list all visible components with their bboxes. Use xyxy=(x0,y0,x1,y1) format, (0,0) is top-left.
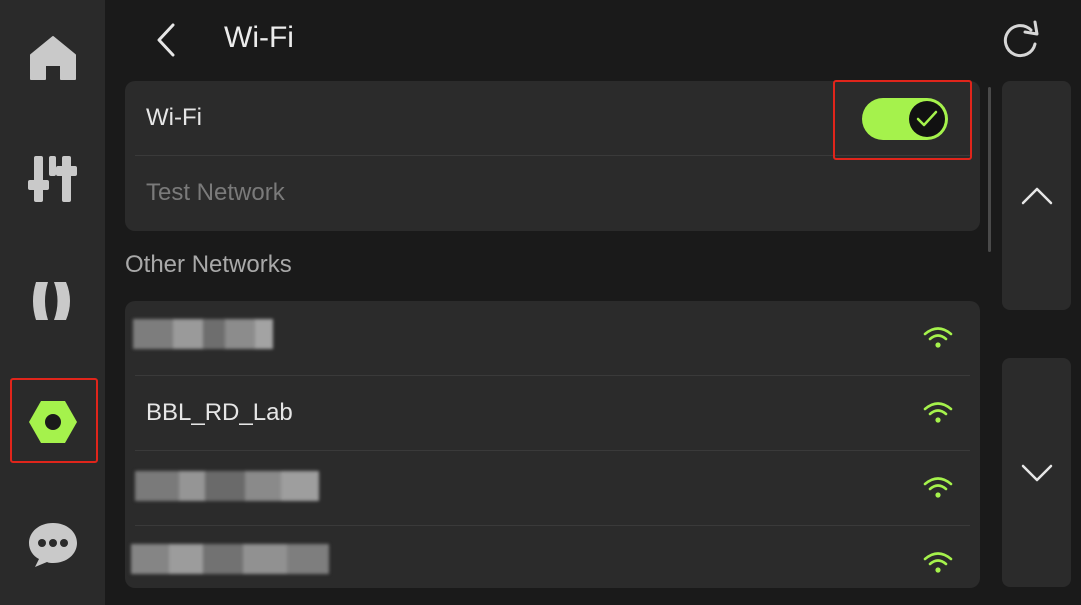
home-icon xyxy=(29,36,76,80)
refresh-icon xyxy=(1003,20,1039,58)
wifi-signal-icon xyxy=(923,477,953,498)
network-name: BBL_RD_Lab xyxy=(146,399,293,426)
settings-hex-nut-icon xyxy=(28,401,77,443)
check-icon xyxy=(916,110,938,127)
refresh-button[interactable] xyxy=(998,18,1042,62)
network-row[interactable] xyxy=(125,301,980,375)
sidebar xyxy=(0,0,105,605)
wifi-settings-card: Wi-Fi Test Network xyxy=(125,81,980,231)
sidebar-item-messages[interactable] xyxy=(0,500,105,590)
toggle-knob xyxy=(909,101,945,137)
wifi-signal-icon xyxy=(923,552,953,573)
connected-network-row[interactable]: Test Network xyxy=(125,156,980,230)
obscured-network-name xyxy=(131,544,329,574)
sidebar-item-home[interactable] xyxy=(0,13,105,103)
obscured-network-name xyxy=(135,471,319,501)
obscured-network-name xyxy=(133,319,273,349)
wifi-signal-icon xyxy=(923,402,953,423)
wifi-signal-icon xyxy=(923,327,953,348)
sidebar-item-settings[interactable] xyxy=(0,377,105,467)
chat-bubble-icon xyxy=(28,523,77,567)
wifi-toggle-label: Wi-Fi xyxy=(146,104,202,131)
network-row[interactable] xyxy=(125,526,980,588)
scrollbar[interactable] xyxy=(988,87,991,252)
page-up-button[interactable] xyxy=(1002,81,1071,310)
wifi-toggle-switch[interactable] xyxy=(862,98,948,140)
chevron-down-icon xyxy=(1021,464,1052,481)
other-networks-list: BBL_RD_Lab xyxy=(125,301,980,588)
sidebar-item-controls[interactable] xyxy=(0,134,105,224)
connected-network-name: Test Network xyxy=(146,179,285,206)
chevron-up-icon xyxy=(1021,187,1052,204)
page-down-button[interactable] xyxy=(1002,358,1071,587)
page-title: Wi-Fi xyxy=(224,21,294,54)
chevron-left-icon xyxy=(157,23,175,57)
sidebar-item-filament[interactable] xyxy=(0,256,105,346)
network-row[interactable]: BBL_RD_Lab xyxy=(125,376,980,450)
other-networks-label: Other Networks xyxy=(125,251,292,278)
filament-spool-icon xyxy=(32,282,70,320)
sliders-icon xyxy=(27,156,77,202)
network-row[interactable] xyxy=(125,451,980,525)
wifi-toggle-row: Wi-Fi xyxy=(125,81,980,155)
back-button[interactable] xyxy=(148,20,184,60)
